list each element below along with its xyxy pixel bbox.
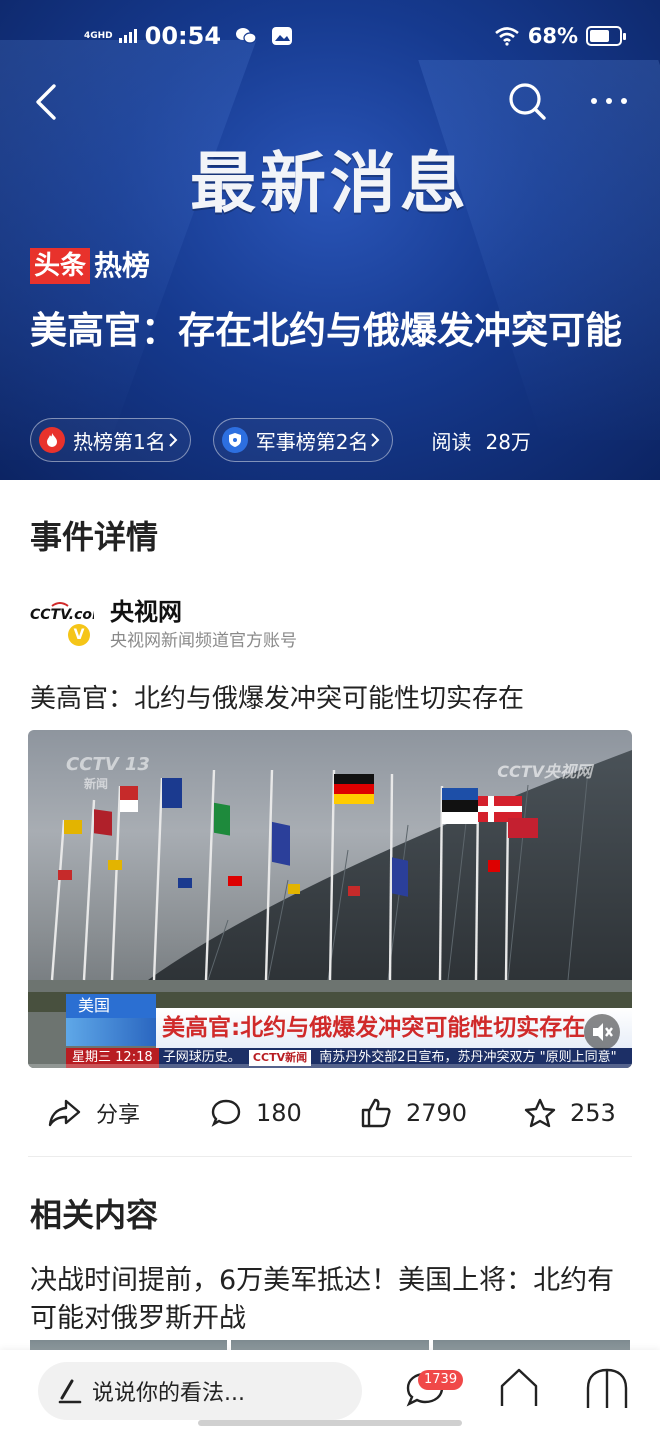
comment-input[interactable]: 说说你的看法...: [38, 1362, 362, 1420]
home-indicator: [198, 1420, 462, 1426]
hotlist-rank-label: 热榜第1名: [73, 429, 166, 454]
read-count-value: 28万: [485, 429, 531, 454]
source-name[interactable]: 央视网: [110, 592, 182, 627]
hotlist-rank-pill[interactable]: 热榜第1名: [30, 418, 191, 462]
star-icon: [524, 1098, 556, 1128]
region-label: 美国: [66, 994, 156, 1018]
comment-icon: [211, 1099, 241, 1127]
favorite-button[interactable]: 253: [524, 1098, 616, 1128]
repost-icon[interactable]: [494, 1364, 544, 1414]
military-rank-label: 军事榜第2名: [255, 429, 369, 454]
ticker-time: 12:18: [115, 1050, 153, 1065]
ticker-text-2: 南苏丹外交部2日宣布，苏丹冲突双方 "原则上同意": [319, 1050, 617, 1065]
hero-banner: 4GHD 00:54 68% 最新消息 头条 热榜 美高官：存在北约与俄爆发冲突…: [0, 0, 660, 480]
comment-count-badge: 1739: [418, 1370, 464, 1390]
cctv-logo[interactable]: CCTV.com: [30, 600, 94, 626]
ticker-text-1: 子网球历史。: [162, 1050, 241, 1065]
cctv-logo-text: CCTV.com: [30, 607, 94, 623]
wifi-icon: [494, 27, 519, 46]
verified-badge: V: [68, 624, 90, 646]
chevron-right-icon: [169, 433, 178, 447]
mute-icon[interactable]: [584, 1014, 620, 1050]
battery-fill: [590, 30, 609, 42]
fire-icon: [39, 427, 65, 453]
channel-watermark: CCTV 13 新闻: [66, 754, 150, 792]
notification-image-icon: [272, 27, 293, 45]
thumbs-up-icon: [361, 1098, 391, 1128]
wechat-icon: [236, 28, 257, 44]
like-button[interactable]: 2790: [360, 1097, 467, 1129]
comment-button[interactable]: 180: [210, 1098, 302, 1128]
source-description: 央视网新闻频道官方账号: [110, 631, 297, 651]
page-headline: 美高官：存在北约与俄爆发冲突可能: [30, 309, 622, 352]
banner-title: 最新消息: [190, 145, 470, 222]
battery-percent: 68%: [527, 24, 578, 48]
news-lower-third: 美国 美高官:北约与俄爆发冲突可能性切实存在 星期三 12:18 子网球历史。 …: [28, 992, 632, 1068]
pen-icon: [58, 1379, 82, 1404]
military-rank-pill[interactable]: 军事榜第2名: [212, 418, 394, 462]
shield-icon: [221, 427, 248, 453]
back-icon[interactable]: [28, 80, 68, 124]
video-caption: 美高官:北约与俄爆发冲突可能性切实存在: [156, 1008, 632, 1048]
favorite-count: 253: [570, 1099, 616, 1127]
battery-icon: [586, 26, 626, 46]
toutiao-hotlist-logo: 头条 热榜: [30, 248, 150, 284]
network-type: 4GHD: [84, 30, 113, 41]
region-map-graphic: [66, 1018, 156, 1046]
more-options-icon[interactable]: [586, 86, 632, 116]
rank-pills: 热榜第1名 军事榜第2名 阅读 28万: [30, 418, 531, 462]
source-account[interactable]: CCTV.com V 央视网 央视网新闻频道官方账号: [30, 590, 630, 651]
comment-input-placeholder: 说说你的看法...: [92, 1381, 245, 1406]
network-indicator: 4GHD: [84, 30, 113, 41]
related-content-title: 相关内容: [30, 1196, 159, 1234]
read-count-label: 阅读: [431, 429, 472, 454]
share-label: 分享: [96, 1103, 141, 1128]
video-player[interactable]: CCTV 13 新闻 CCTV央视网 美国 美高官:北约与俄爆发冲突可能性切实存…: [28, 730, 632, 1068]
brand-red-label: 头条: [30, 248, 91, 284]
search-icon[interactable]: [506, 80, 550, 124]
status-bar: 4GHD 00:54 68%: [0, 20, 660, 54]
channel-watermark-sub: 新闻: [84, 777, 109, 791]
related-item-title[interactable]: 决战时间提前，6万美军抵达！美国上将：北约有可能对俄罗斯开战: [30, 1262, 630, 1338]
site-watermark: CCTV央视网: [497, 762, 592, 781]
channel-watermark-name: CCTV 13: [66, 754, 150, 775]
article-title[interactable]: 美高官：北约与俄爆发冲突可能性切实存在: [30, 678, 524, 715]
event-details-title: 事件详情: [30, 518, 159, 556]
share-button[interactable]: 分享: [48, 1097, 140, 1129]
brand-hot-label: 热榜: [94, 249, 151, 282]
section-divider: [28, 1156, 632, 1157]
bottom-comment-bar: 说说你的看法... 1739: [0, 1350, 660, 1430]
like-count: 2790: [406, 1099, 468, 1127]
share-icon: [48, 1099, 81, 1127]
status-time: 00:54: [144, 22, 222, 50]
comment-count: 180: [256, 1099, 302, 1127]
signal-icon: [118, 29, 137, 43]
video-progress-bar[interactable]: [28, 1064, 632, 1068]
chevron-right-icon: [371, 433, 380, 447]
article-actions: 分享 180 2790 253: [28, 1086, 632, 1140]
collect-icon[interactable]: [582, 1364, 632, 1414]
read-count: 阅读 28万: [431, 426, 530, 455]
